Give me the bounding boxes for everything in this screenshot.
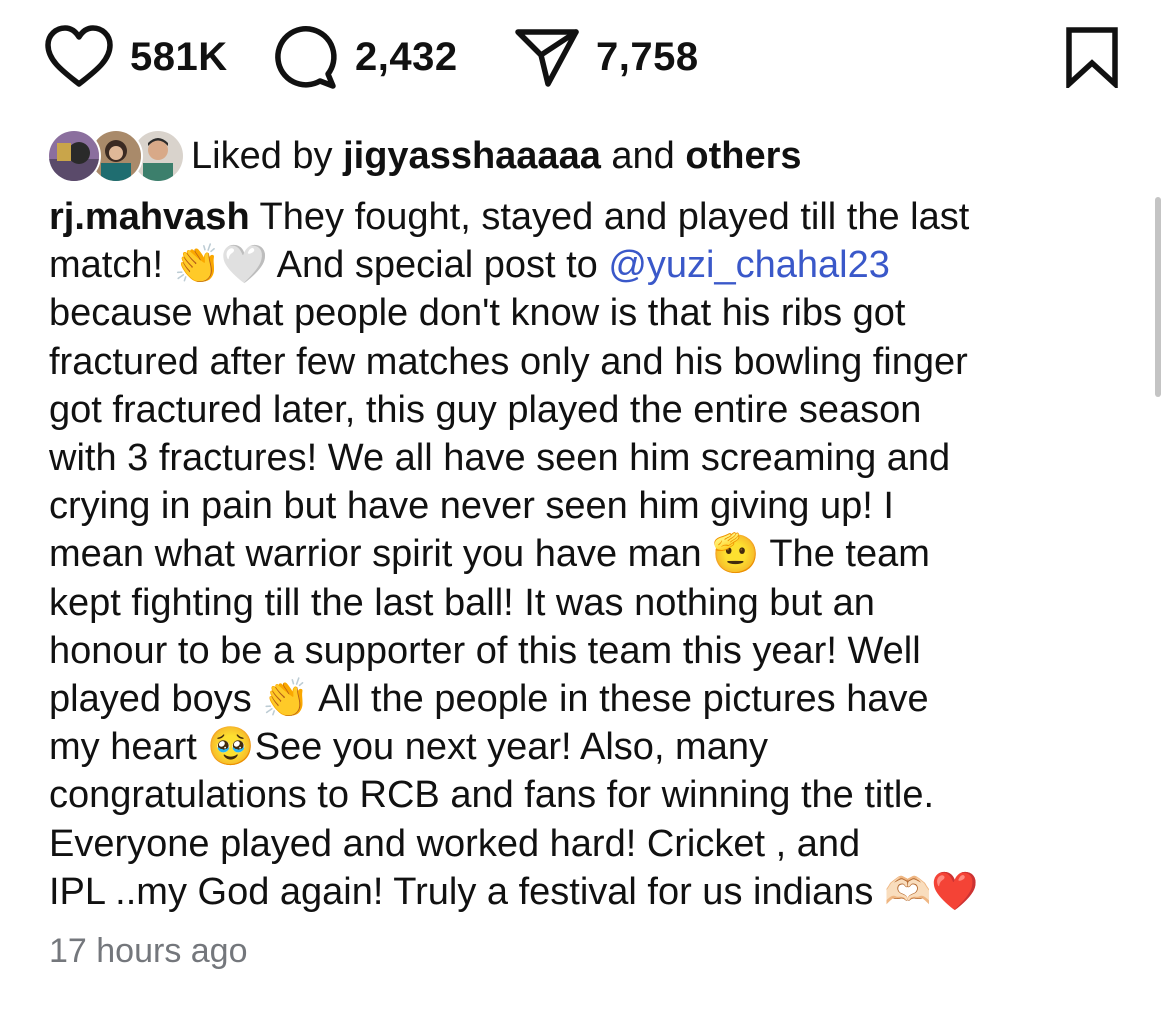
avatar[interactable]: [47, 129, 101, 183]
comment-button[interactable]: 2,432: [273, 22, 458, 92]
liked-by-and: and: [600, 134, 686, 177]
liked-by-row[interactable]: Liked by jigyasshaaaaa and others: [47, 128, 802, 184]
share-count[interactable]: 7,758: [596, 35, 699, 80]
caption-line: congratulations to RCB and fans for winn…: [49, 774, 935, 817]
caption-line: kept fighting till the last ball! It was…: [49, 581, 875, 624]
caption-line: my heart 🥹See you next year! Also, many: [49, 726, 768, 769]
comment-count[interactable]: 2,432: [355, 35, 458, 80]
heart-icon[interactable]: [44, 25, 114, 89]
bookmark-icon[interactable]: [1064, 26, 1120, 88]
share-button[interactable]: 7,758: [514, 22, 699, 92]
caption-line: match! 👏🤍 And special post to @yuzi_chah…: [49, 241, 1139, 289]
like-count[interactable]: 581K: [130, 35, 228, 80]
caption-line: got fractured later, this guy played the…: [49, 388, 922, 431]
caption-line: mean what warrior spirit you have man 🫡 …: [49, 533, 930, 576]
caption-line: IPL ..my God again! Truly a festival for…: [49, 870, 979, 913]
comment-bubble-icon[interactable]: [273, 24, 339, 90]
caption-line: with 3 fractures! We all have seen him s…: [49, 437, 951, 480]
caption-line: rj.mahvash They fought, stayed and playe…: [49, 193, 1139, 241]
post-action-bar: 581K 2,432 7,758: [44, 22, 1120, 92]
caption-line: crying in pain but have never seen him g…: [49, 485, 894, 528]
like-button[interactable]: 581K: [44, 22, 228, 92]
caption-line: Everyone played and worked hard! Cricket…: [49, 822, 861, 865]
save-button[interactable]: [1064, 22, 1120, 92]
caption-line: honour to be a supporter of this team th…: [49, 629, 921, 672]
liked-by-username[interactable]: jigyasshaaaaa: [343, 135, 601, 177]
post-timestamp: 17 hours ago: [49, 932, 248, 970]
post-caption: rj.mahvash They fought, stayed and playe…: [49, 193, 1139, 916]
caption-line: played boys 👏 All the people in these pi…: [49, 678, 929, 721]
caption-text: They fought, stayed and played till the …: [249, 196, 970, 238]
caption-mention[interactable]: @yuzi_chahal23: [608, 244, 890, 286]
caption-line: fractured after few matches only and his…: [49, 340, 968, 383]
scrollbar[interactable]: [1155, 197, 1161, 397]
caption-username[interactable]: rj.mahvash: [49, 196, 250, 238]
liker-avatars[interactable]: [47, 129, 185, 183]
liked-by-others[interactable]: others: [685, 135, 801, 177]
liked-by-prefix: Liked by: [191, 134, 344, 177]
liked-by-text[interactable]: Liked by jigyasshaaaaa and others: [191, 135, 802, 178]
caption-text: match! 👏🤍 And special post to: [49, 244, 609, 287]
caption-line: because what people don't know is that h…: [49, 292, 906, 335]
paper-plane-icon[interactable]: [514, 26, 580, 88]
